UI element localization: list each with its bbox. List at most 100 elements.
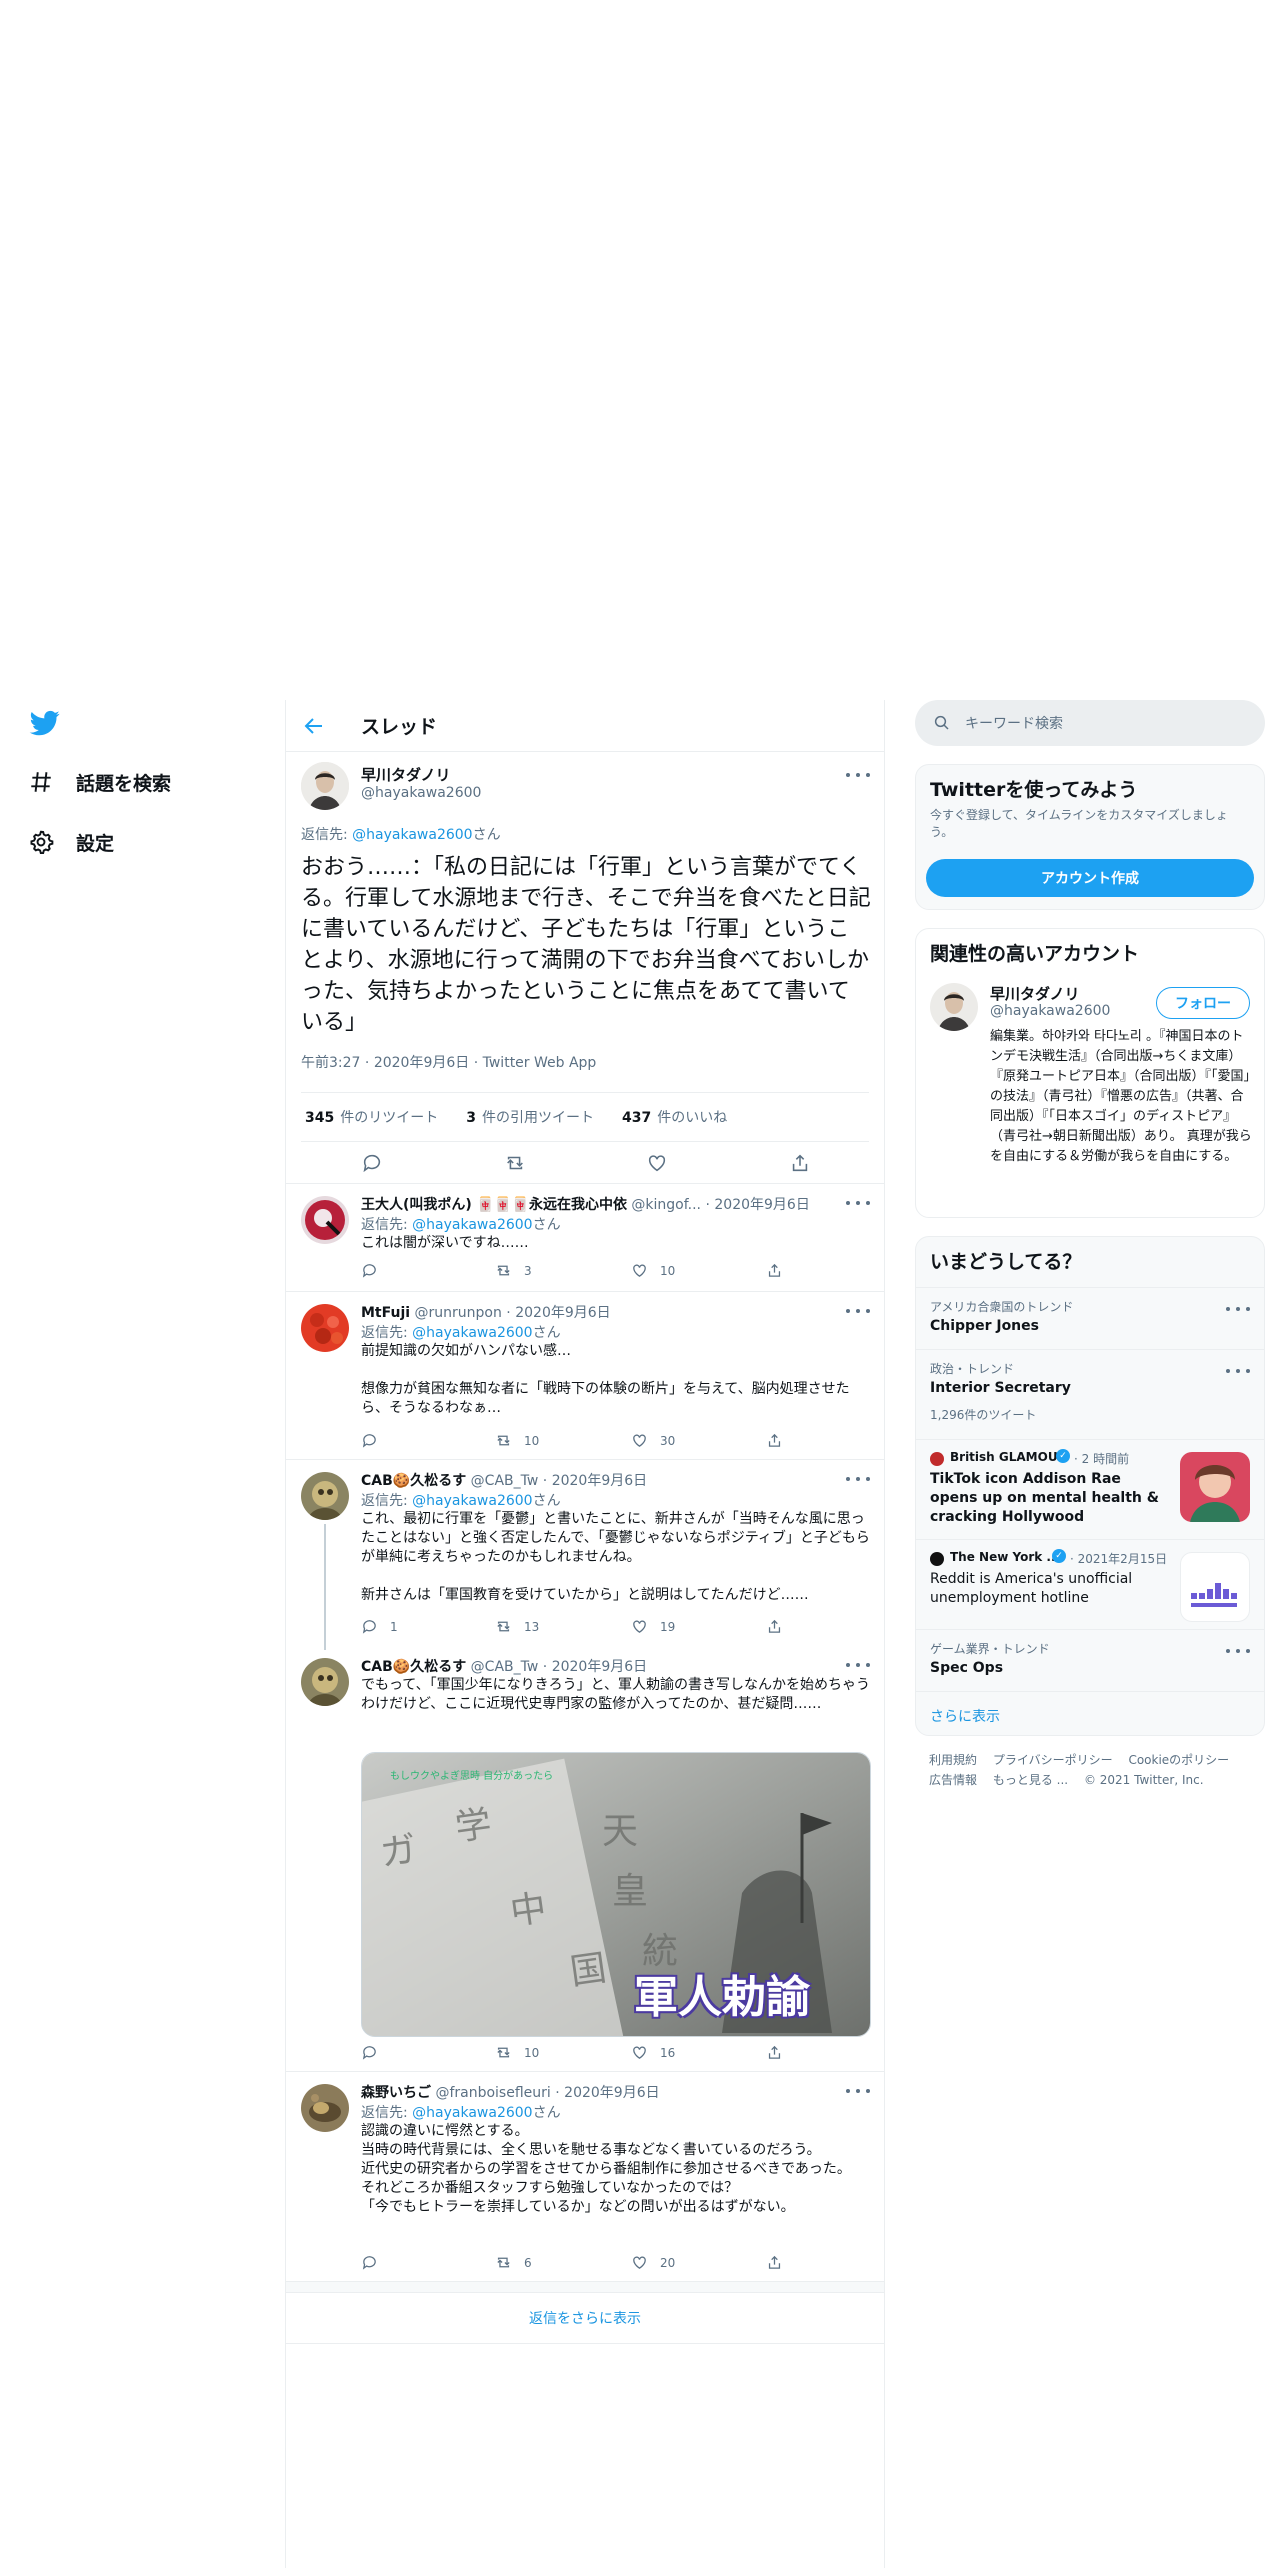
reply-tweet[interactable]: 王大人(叫我ポん) 🀄🀄🀄永远在我心中依 @kingof... · 2020年9… <box>286 1184 884 1292</box>
retweet-button[interactable]: 10 <box>495 1432 539 1449</box>
share-icon[interactable] <box>789 1152 811 1174</box>
reply-date[interactable]: 2020年9月6日 <box>714 1197 809 1213</box>
more-icon[interactable] <box>846 1660 870 1670</box>
footer-ads-link[interactable]: 広告情報 <box>929 1773 977 1787</box>
reply-tweet[interactable]: CAB🍪久松るす @CAB_Tw · 2020年9月6日 でもって、「軍国少年に… <box>286 1646 884 2072</box>
reply-author-handle[interactable]: @franboisefleuri <box>435 2085 550 2101</box>
avatar[interactable] <box>301 1196 349 1244</box>
reply-button[interactable] <box>361 1432 390 1449</box>
footer-more-link[interactable]: もっと見る ... <box>993 1773 1068 1787</box>
reply-author-handle[interactable]: @CAB_Tw <box>471 1473 539 1489</box>
more-icon[interactable] <box>846 1474 870 1484</box>
reply-date[interactable]: 2020年9月6日 <box>515 1305 610 1321</box>
trend-item[interactable]: アメリカ合衆国のトレンド Chipper Jones <box>916 1287 1264 1349</box>
create-account-button[interactable]: アカウント作成 <box>926 859 1254 897</box>
like-icon[interactable] <box>646 1152 668 1174</box>
more-icon[interactable] <box>846 1198 870 1208</box>
share-button[interactable] <box>766 1432 795 1449</box>
share-button[interactable] <box>766 1262 795 1279</box>
reply-author-name[interactable]: 王大人(叫我ポん) 🀄🀄🀄永远在我心中依 <box>361 1197 627 1213</box>
twitter-logo-icon[interactable] <box>28 708 62 738</box>
author-handle[interactable]: @hayakawa2600 <box>361 785 481 801</box>
reply-tweet[interactable]: 森野いちご @franboisefleuri · 2020年9月6日 返信先: … <box>286 2072 884 2282</box>
news-thumbnail <box>1180 1452 1250 1522</box>
retweet-button[interactable]: 13 <box>495 1618 539 1635</box>
avatar[interactable] <box>301 1472 349 1520</box>
nav-explore[interactable]: 話題を検索 <box>26 762 171 802</box>
trend-item[interactable]: 政治・トレンド Interior Secretary 1,296件のツイート <box>916 1349 1264 1439</box>
reply-author-name[interactable]: CAB🍪久松るす <box>361 1659 466 1675</box>
more-icon[interactable] <box>1226 1646 1250 1656</box>
like-button[interactable]: 16 <box>631 2044 675 2061</box>
avatar[interactable] <box>930 983 978 1031</box>
reply-author-name[interactable]: CAB🍪久松るす <box>361 1473 466 1489</box>
retweet-button[interactable]: 10 <box>495 2044 539 2061</box>
more-icon[interactable] <box>1226 1304 1250 1314</box>
avatar[interactable] <box>301 1304 349 1352</box>
tweet-text: おおう……：「私の日記には「行軍」という言葉がでてくる。行軍して水源地まで行き、… <box>301 855 871 1035</box>
like-button[interactable]: 20 <box>631 2254 675 2271</box>
retweet-button[interactable]: 6 <box>495 2254 532 2271</box>
tweet-client[interactable]: Twitter Web App <box>483 1055 597 1071</box>
reply-tweet[interactable]: CAB🍪久松るす @CAB_Tw · 2020年9月6日 返信先: @hayak… <box>286 1460 884 1650</box>
reply-tweet[interactable]: MtFuji @runrunpon · 2020年9月6日 返信先: @haya… <box>286 1292 884 1460</box>
footer-terms-link[interactable]: 利用規約 <box>929 1753 977 1767</box>
reply-date[interactable]: 2020年9月6日 <box>552 1659 647 1675</box>
reply-prefix: 返信先: <box>361 1217 413 1233</box>
show-more-replies-button[interactable]: 返信をさらに表示 <box>286 2292 884 2344</box>
avatar[interactable] <box>301 1658 349 1706</box>
trend-item[interactable]: ゲーム業界・トレンド Spec Ops <box>916 1629 1264 1691</box>
likes-stat[interactable]: 437 件のいいね <box>622 1107 727 1127</box>
reply-author-name[interactable]: MtFuji <box>361 1305 410 1321</box>
account-handle[interactable]: @hayakawa2600 <box>990 1003 1110 1019</box>
reply-icon <box>362 1264 376 1278</box>
reply-to-link[interactable]: @hayakawa2600 <box>412 2105 532 2121</box>
reply-author-handle[interactable]: @kingof... <box>631 1197 701 1213</box>
avatar[interactable] <box>301 2084 349 2132</box>
back-arrow-icon[interactable] <box>302 714 326 738</box>
more-icon[interactable] <box>846 1306 870 1316</box>
quotes-stat[interactable]: 3 件の引用ツイート <box>466 1107 594 1127</box>
reply-date[interactable]: 2020年9月6日 <box>552 1473 647 1489</box>
search-input[interactable]: キーワード検索 <box>915 700 1265 746</box>
reply-to-link[interactable]: @hayakawa2600 <box>352 827 472 843</box>
news-item[interactable]: British GLAMOUR ✓ · 2 時間前 TikTok icon Ad… <box>916 1439 1264 1539</box>
share-button[interactable] <box>766 2044 795 2061</box>
retweets-stat[interactable]: 345 件のリツイート <box>305 1107 438 1127</box>
reply-button[interactable] <box>361 2044 390 2061</box>
reply-author-name[interactable]: 森野いちご <box>361 2085 431 2101</box>
reply-button[interactable] <box>361 2254 390 2271</box>
tweet-media-image[interactable]: ガ 学 中 国 天 皇 統 もしウクやよぎ思時 自分があったら 軍人勅諭 <box>361 1752 871 2037</box>
tweet-date[interactable]: 2020年9月6日 <box>374 1055 469 1071</box>
share-button[interactable] <box>766 1618 795 1635</box>
reply-button[interactable] <box>361 1262 390 1279</box>
footer-cookie-link[interactable]: Cookieのポリシー <box>1128 1753 1229 1767</box>
more-icon[interactable] <box>1226 1366 1250 1376</box>
reply-date[interactable]: 2020年9月6日 <box>564 2085 659 2101</box>
reply-to-link[interactable]: @hayakawa2600 <box>412 1217 532 1233</box>
author-name[interactable]: 早川タダノリ <box>361 764 451 785</box>
like-button[interactable]: 10 <box>631 1262 675 1279</box>
reply-to-link[interactable]: @hayakawa2600 <box>412 1325 532 1341</box>
trends-show-more[interactable]: さらに表示 <box>916 1691 1264 1735</box>
follow-button[interactable]: フォロー <box>1156 987 1250 1019</box>
reply-icon[interactable] <box>361 1152 383 1174</box>
retweet-button[interactable]: 3 <box>495 1262 532 1279</box>
reply-to-link[interactable]: @hayakawa2600 <box>412 1493 532 1509</box>
share-button[interactable] <box>766 2254 795 2271</box>
nav-settings[interactable]: 設定 <box>26 822 114 862</box>
tweet-time[interactable]: 午前3:27 <box>301 1055 360 1071</box>
like-button[interactable]: 30 <box>631 1432 675 1449</box>
more-icon[interactable] <box>846 770 870 780</box>
more-icon[interactable] <box>846 2086 870 2096</box>
reply-author-handle[interactable]: @runrunpon <box>415 1305 502 1321</box>
footer-privacy-link[interactable]: プライバシーポリシー <box>993 1753 1113 1767</box>
like-button[interactable]: 19 <box>631 1618 675 1635</box>
news-item[interactable]: The New York ... ✓ · 2021年2月15日 Reddit i… <box>916 1539 1264 1629</box>
account-name[interactable]: 早川タダノリ <box>990 983 1080 1004</box>
reply-author-handle[interactable]: @CAB_Tw <box>471 1659 539 1675</box>
retweet-icon[interactable] <box>504 1152 526 1174</box>
avatar[interactable] <box>301 762 349 810</box>
like-icon <box>633 1620 646 1633</box>
reply-button[interactable]: 1 <box>361 1618 398 1635</box>
